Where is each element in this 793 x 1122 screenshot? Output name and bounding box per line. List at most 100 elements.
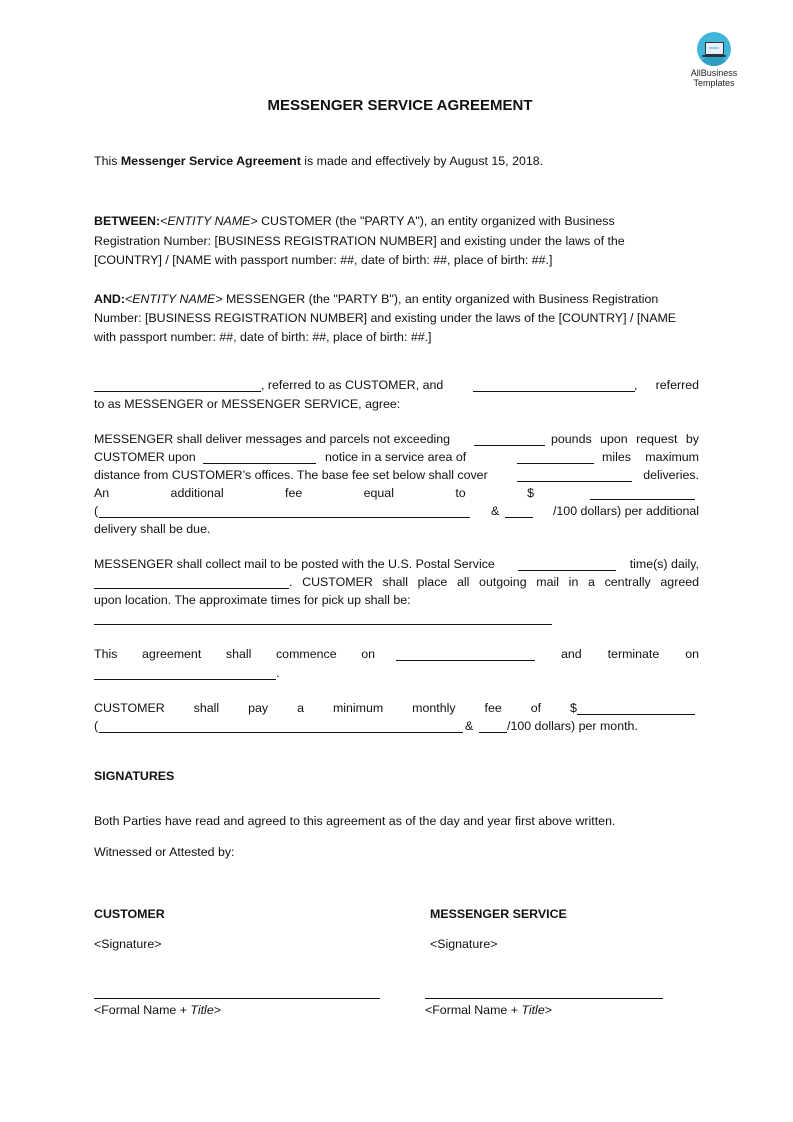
witness-label: Witnessed or Attested by: xyxy=(94,845,235,859)
term-l1a: This agreement shall commence on xyxy=(94,645,375,663)
referred-text-1: , referred to as CUSTOMER, and xyxy=(261,378,444,392)
term-l2: . xyxy=(276,666,280,680)
monthly-fee-amount-blank[interactable] xyxy=(577,714,695,715)
service-area-miles-blank[interactable] xyxy=(517,463,594,464)
commence-date-blank[interactable] xyxy=(396,660,535,661)
signature-placeholder[interactable]: <Signature> xyxy=(94,935,162,953)
logo-line2: Templates xyxy=(693,78,735,88)
intro-suffix: is made and effectively by August 15, 20… xyxy=(300,154,544,168)
signature-line[interactable] xyxy=(94,998,380,999)
word: to xyxy=(455,486,466,500)
allbusiness-logo xyxy=(697,32,731,66)
deliver-l3b: deliveries. xyxy=(643,468,699,482)
monthly-fee-words-blank[interactable] xyxy=(99,732,463,733)
times-daily-blank[interactable] xyxy=(518,570,616,571)
monthly-fee-cents-blank[interactable] xyxy=(479,732,507,733)
laptop-screen-bar xyxy=(709,47,719,49)
formal-name-placeholder[interactable]: <Formal Name + Title> xyxy=(94,1001,221,1019)
notice-period-blank[interactable] xyxy=(203,463,316,464)
laptop-icon xyxy=(705,42,724,55)
between-line1-text: CUSTOMER (the "PARTY A"), an entity orga… xyxy=(257,214,615,228)
laptop-base xyxy=(702,55,726,57)
deliver-l2c: miles maximum xyxy=(602,450,699,464)
and-line-3: with passport number: ##, date of birth:… xyxy=(94,330,432,344)
collection-time-blank[interactable] xyxy=(94,588,289,589)
word: additional xyxy=(170,486,224,500)
word: An xyxy=(94,486,110,500)
deliver-l4: An additional fee equal to $ xyxy=(94,484,534,502)
deliveries-count-blank[interactable] xyxy=(517,481,632,482)
name-prefix: <Formal Name + xyxy=(425,1003,522,1017)
party-label: MESSENGER SERVICE xyxy=(430,907,567,921)
word: monthly xyxy=(412,701,456,715)
word: This xyxy=(94,647,118,661)
deliver-l1a: MESSENGER shall deliver messages and par… xyxy=(94,432,451,446)
name-title: Title xyxy=(190,1003,214,1017)
and-line1-text: MESSENGER (the "PARTY B"), an entity org… xyxy=(222,292,659,306)
word: terminate xyxy=(607,647,660,661)
additional-fee-cents-blank[interactable] xyxy=(505,517,533,518)
formal-name-placeholder[interactable]: <Formal Name + Title> xyxy=(425,1001,552,1019)
and-label: AND: xyxy=(94,292,125,306)
additional-fee-words-blank[interactable] xyxy=(99,517,470,518)
party-label: CUSTOMER xyxy=(94,907,165,921)
word: fee xyxy=(484,701,502,715)
deliver-l2a: CUSTOMER upon xyxy=(94,450,196,464)
and-line-1: AND:<ENTITY NAME> MESSENGER (the "PARTY … xyxy=(94,290,658,308)
logo-text: AllBusiness Templates xyxy=(680,68,748,88)
collect-l2: . CUSTOMER shall place all outgoing mail… xyxy=(289,575,699,589)
deliver-l6: delivery shall be due. xyxy=(94,522,211,536)
word: shall xyxy=(193,701,220,715)
word: commence xyxy=(275,647,337,661)
word: minimum xyxy=(332,701,384,715)
word: on xyxy=(685,647,699,661)
name-title: Title xyxy=(521,1003,545,1017)
intro-paragraph: This Messenger Service Agreement is made… xyxy=(94,152,543,170)
collect-l3: upon location. The approximate times for… xyxy=(94,593,411,607)
deliver-l3a: distance from CUSTOMER’s offices. The ba… xyxy=(94,468,488,482)
word: of xyxy=(530,701,542,715)
referred-text-2: , referred xyxy=(634,378,699,392)
word: on xyxy=(361,647,375,661)
messenger-name-blank[interactable] xyxy=(473,391,635,392)
deliver-l5b: & xyxy=(491,504,500,518)
between-line-2: Registration Number: [BUSINESS REGISTRAT… xyxy=(94,234,625,248)
customer-name-blank[interactable] xyxy=(94,391,261,392)
signature-line[interactable] xyxy=(425,998,663,999)
max-pounds-blank[interactable] xyxy=(474,445,545,446)
fee-l2c: /100 dollars) per month. xyxy=(507,719,638,733)
name-suffix: > xyxy=(213,1003,221,1017)
between-line-3: [COUNTRY] / [NAME with passport number: … xyxy=(94,253,553,267)
word: shall xyxy=(225,647,252,661)
referred-line-2: to as MESSENGER or MESSENGER SERVICE, ag… xyxy=(94,397,401,411)
party-a-entity-placeholder[interactable]: <ENTITY NAME> xyxy=(160,214,258,228)
signatures-statement: Both Parties have read and agreed to thi… xyxy=(94,814,616,828)
collect-l1a: MESSENGER shall collect mail to be poste… xyxy=(94,557,495,571)
document-title: MESSENGER SERVICE AGREEMENT xyxy=(267,97,533,114)
word: equal xyxy=(363,486,394,500)
deliver-l2b: notice in a service area of xyxy=(325,450,467,464)
word: agreement xyxy=(142,647,202,661)
deliver-l5a: ( xyxy=(94,504,99,518)
deliver-l5c: /100 dollars) per additional xyxy=(552,504,699,518)
fee-l1: CUSTOMER shall pay a minimum monthly fee… xyxy=(94,699,577,717)
word: a xyxy=(297,701,304,715)
dollar-sign: $ xyxy=(570,701,577,715)
dollar-sign: $ xyxy=(527,486,534,500)
logo-line1: AllBusiness xyxy=(690,68,738,78)
deliver-l1b: pounds upon request by xyxy=(551,432,699,446)
signature-placeholder[interactable]: <Signature> xyxy=(430,935,498,953)
intro-prefix: This xyxy=(94,154,121,168)
word: and xyxy=(561,647,582,661)
word: pay xyxy=(248,701,269,715)
fee-l2b: & xyxy=(465,719,474,733)
signatures-heading: SIGNATURES xyxy=(94,769,175,783)
party-b-entity-placeholder[interactable]: <ENTITY NAME> xyxy=(125,292,223,306)
collect-l1b: time(s) daily, xyxy=(629,557,699,571)
fee-l2a: ( xyxy=(94,719,99,733)
terminate-date-blank[interactable] xyxy=(94,679,276,680)
pickup-times-blank[interactable] xyxy=(94,624,552,625)
between-label: BETWEEN: xyxy=(94,214,161,228)
between-line-1: BETWEEN:<ENTITY NAME> CUSTOMER (the "PAR… xyxy=(94,212,615,230)
additional-fee-amount-blank[interactable] xyxy=(590,499,695,500)
